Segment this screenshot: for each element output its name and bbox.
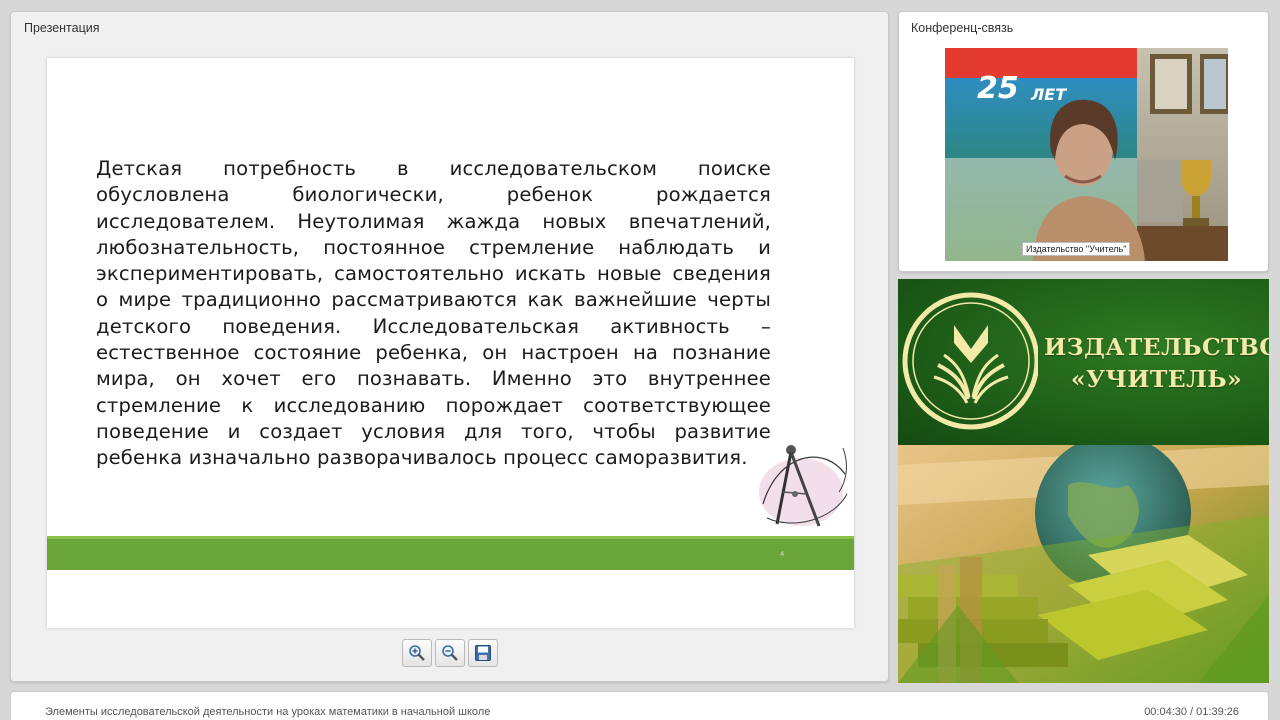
webcam-video[interactable]: 25 ЛЕТ Издательство "Учитель" <box>945 48 1228 261</box>
zoom-in-button[interactable] <box>402 639 432 667</box>
presentation-toolbar <box>402 639 498 667</box>
publisher-banner: ИЗДАТЕЛЬСТВО «УЧИТЕЛЬ» <box>898 279 1269 683</box>
svg-text:25: 25 <box>977 71 1019 106</box>
slide-footer-bar: 4 <box>47 536 854 570</box>
zoom-out-button[interactable] <box>435 639 465 667</box>
svg-text:ЛЕТ: ЛЕТ <box>1030 85 1067 104</box>
presentation-panel: Презентация Детская потребность в исслед… <box>10 11 889 682</box>
publisher-logo-icon <box>902 292 1038 430</box>
presentation-slide: Детская потребность в исследовательском … <box>47 58 854 628</box>
playback-time: 00:04:30 / 01:39:26 <box>1144 706 1239 718</box>
banner-image <box>898 445 1269 683</box>
slide-body-text: Детская потребность в исследовательском … <box>96 157 771 470</box>
zoom-in-icon <box>409 645 425 661</box>
webinar-title: Элементы исследовательской деятельности … <box>45 706 491 718</box>
banner-title-line2: «УЧИТЕЛЬ» <box>1070 365 1243 393</box>
conference-panel: Конференц-связь 25 ЛЕТ Издательство "Учи… <box>898 11 1269 272</box>
compass-illustration <box>759 445 848 527</box>
player-footer: Элементы исследовательской деятельности … <box>10 691 1269 720</box>
presentation-panel-title: Презентация <box>24 21 100 35</box>
save-slide-button[interactable] <box>468 639 498 667</box>
zoom-out-icon <box>442 645 458 661</box>
books-globe-illustration <box>898 445 1269 683</box>
webcam-caption: Издательство "Учитель" <box>1022 242 1131 256</box>
webcam-frame: 25 ЛЕТ <box>945 48 1228 261</box>
slide-number: 4 <box>780 551 784 558</box>
conference-panel-title: Конференц-связь <box>911 21 1014 35</box>
banner-title-line1: ИЗДАТЕЛЬСТВО <box>1044 333 1269 361</box>
banner-title: ИЗДАТЕЛЬСТВО «УЧИТЕЛЬ» <box>1044 331 1269 395</box>
banner-header: ИЗДАТЕЛЬСТВО «УЧИТЕЛЬ» <box>898 279 1269 445</box>
save-icon <box>475 645 491 661</box>
